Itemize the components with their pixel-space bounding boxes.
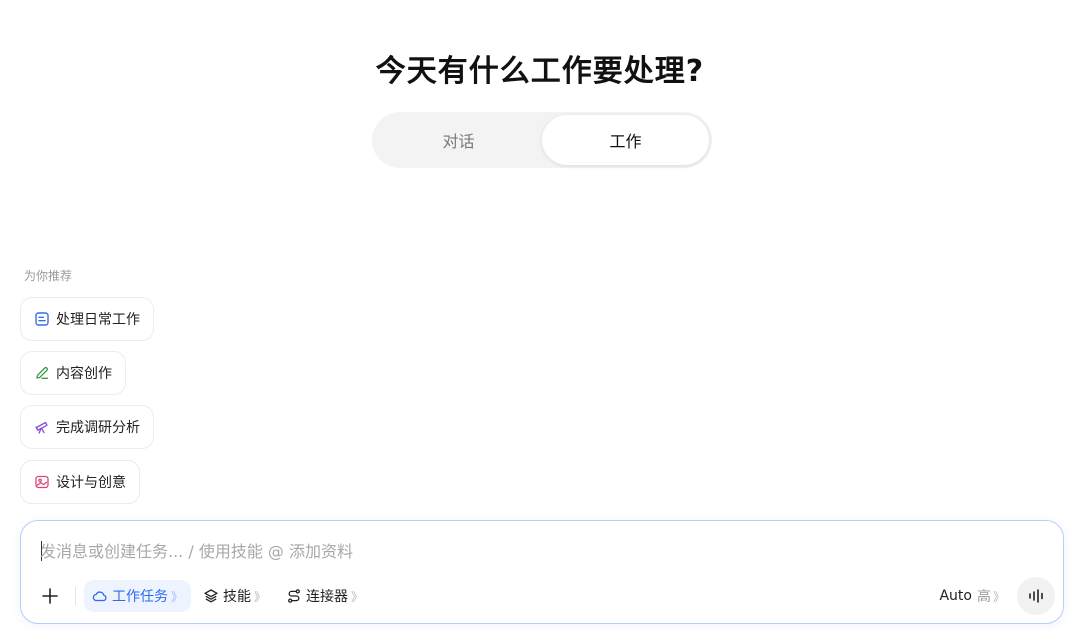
plus-icon: [42, 588, 58, 604]
model-selector[interactable]: Auto 高 》: [939, 586, 1005, 606]
toolbar-divider: [75, 587, 76, 605]
suggestion-daily-work[interactable]: 处理日常工作: [20, 297, 154, 341]
suggestion-label: 设计与创意: [56, 475, 126, 491]
suggestion-content-creation[interactable]: 内容创作: [20, 351, 126, 395]
add-attachment-button[interactable]: [35, 581, 65, 611]
pencil-icon: [34, 365, 50, 381]
message-composer: 工作任务 》 技能 》 连接器 》 Auto 高 》: [20, 520, 1064, 624]
suggestion-label: 完成调研分析: [56, 420, 140, 436]
layers-icon: [204, 589, 218, 603]
page-title: 今天有什么工作要处理?: [375, 54, 705, 89]
skills-button[interactable]: 技能 》: [195, 580, 274, 612]
composer-toolbar: 工作任务 》 技能 》 连接器 》 Auto 高 》: [35, 577, 1055, 615]
work-task-button[interactable]: 工作任务 》: [84, 580, 192, 612]
suggestion-research[interactable]: 完成调研分析: [20, 405, 154, 449]
tab-chat[interactable]: 对话: [375, 115, 542, 165]
connectors-button[interactable]: 连接器 》: [278, 580, 371, 612]
voice-wave-icon: [1029, 589, 1043, 603]
recommend-label: 为你推荐: [24, 269, 73, 283]
image-icon: [34, 474, 50, 490]
app-page: 今天有什么工作要处理? 对话 工作 为你推荐 处理日常工作 内容创作 完成调研分…: [0, 0, 1080, 630]
chevron-right-icon: 》: [254, 589, 267, 604]
connectors-label: 连接器: [306, 589, 349, 605]
work-task-label: 工作任务: [112, 589, 168, 605]
skills-label: 技能: [223, 589, 252, 605]
effort-level: 高: [976, 589, 991, 605]
chevron-right-icon: 》: [992, 589, 1005, 604]
tab-work[interactable]: 工作: [542, 115, 709, 165]
chevron-right-icon: 》: [351, 589, 364, 604]
telescope-icon: [34, 419, 50, 435]
suggestion-label: 内容创作: [56, 366, 112, 382]
voice-input-button[interactable]: [1017, 577, 1055, 615]
suggestion-label: 处理日常工作: [56, 312, 140, 328]
message-input[interactable]: [40, 539, 1000, 563]
cloud-icon: [92, 591, 107, 602]
mode-toggle: 对话 工作: [372, 112, 712, 168]
connector-icon: [288, 589, 300, 603]
model-label: Auto: [939, 588, 972, 604]
chevron-right-icon: 》: [171, 589, 184, 604]
document-icon: [34, 311, 50, 327]
suggestion-design[interactable]: 设计与创意: [20, 460, 140, 504]
